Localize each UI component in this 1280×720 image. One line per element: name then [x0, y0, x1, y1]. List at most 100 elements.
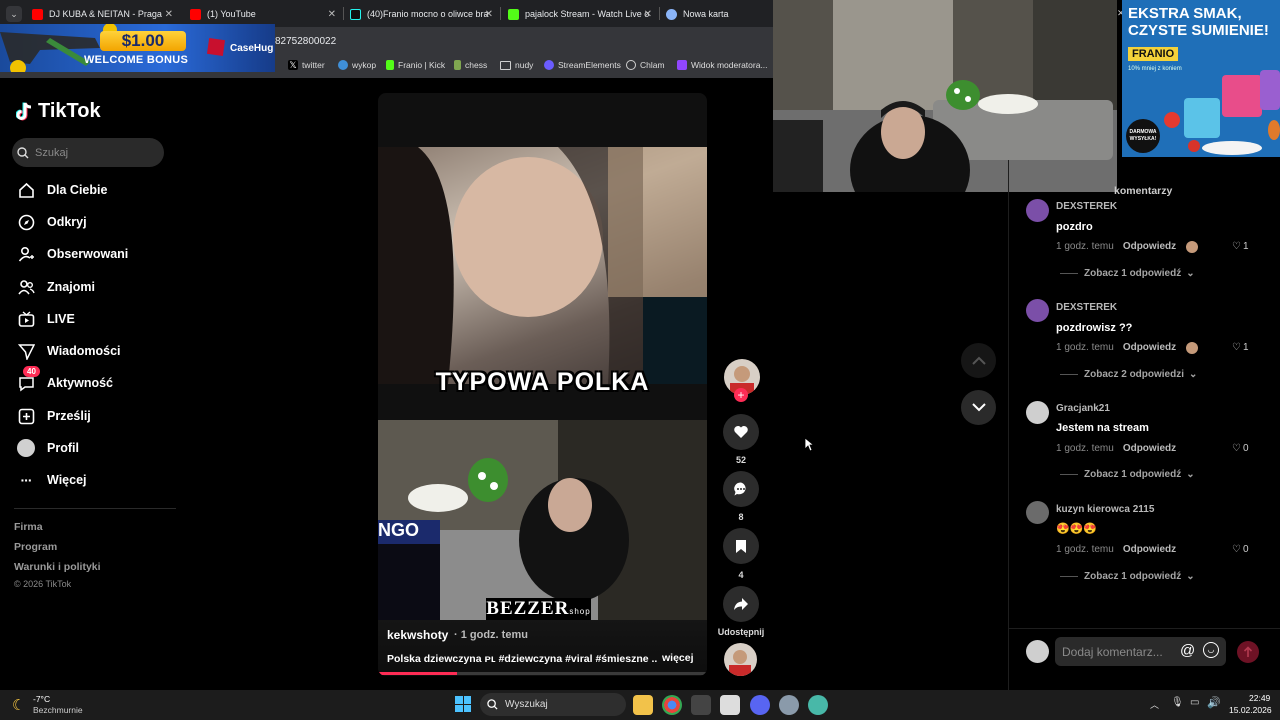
chevron-down-icon: ⌄: [1186, 268, 1195, 279]
comment-input[interactable]: Dodaj komentarz... @ ◡: [1055, 637, 1226, 666]
app-icon[interactable]: [720, 695, 740, 715]
tab-3[interactable]: pajalock Stream - Watch Live o ✕: [508, 4, 656, 24]
prev-video-button[interactable]: [961, 343, 996, 378]
nav-live[interactable]: LIVE: [17, 308, 75, 330]
search-input[interactable]: Szukaj: [12, 138, 164, 167]
send-comment-button[interactable]: [1237, 641, 1259, 663]
clock-date[interactable]: 15.02.2026: [1229, 705, 1272, 715]
comment-icon: [734, 482, 746, 496]
follow-plus-icon[interactable]: +: [734, 388, 748, 402]
nav-label: Profil: [47, 441, 79, 455]
casehug-ad-banner[interactable]: $1.00 WELCOME BONUS CaseHug: [0, 24, 275, 72]
weather-temp[interactable]: -7°C: [33, 694, 50, 704]
nav-wiecej[interactable]: ··· Więcej: [17, 469, 87, 491]
view-replies[interactable]: Zobacz 1 odpowiedź ⌄: [1060, 469, 1195, 480]
comment-like[interactable]: ♡ 1: [1232, 241, 1249, 252]
tab-search-icon[interactable]: ⌄: [6, 6, 22, 22]
footer-terms[interactable]: Warunki i polityki: [14, 561, 101, 573]
chevron-up-icon: [971, 356, 986, 365]
bookmark-moderator[interactable]: Widok moderatora...: [677, 60, 768, 70]
reply-button[interactable]: Odpowiedz: [1123, 241, 1176, 252]
video-more-link[interactable]: więcej: [662, 652, 694, 664]
comment-user[interactable]: kuzyn kierowca 2115: [1056, 504, 1154, 515]
like-button[interactable]: [723, 414, 759, 450]
weather-desc[interactable]: Bezchmurnie: [33, 705, 83, 715]
twitch-icon: [677, 60, 687, 70]
nav-profil[interactable]: Profil: [17, 437, 79, 459]
tray-chevron-up-icon[interactable]: ︿: [1150, 698, 1159, 711]
close-icon[interactable]: ✕: [644, 9, 652, 20]
clock-time[interactable]: 22:49: [1249, 693, 1270, 703]
folder-icon: [500, 60, 511, 70]
comment-like[interactable]: ♡ 1: [1232, 342, 1249, 353]
comment-like[interactable]: ♡ 0: [1232, 544, 1249, 555]
nav-dla-ciebie[interactable]: Dla Ciebie: [17, 179, 107, 201]
video-player[interactable]: TYPOWA POLKA NGO BEZZERshop kekwshoty · …: [378, 93, 707, 676]
comment-avatar[interactable]: [1026, 501, 1049, 524]
video-progress-bar[interactable]: [378, 672, 707, 675]
view-replies[interactable]: Zobacz 1 odpowiedź ⌄: [1060, 268, 1195, 279]
tab-4[interactable]: Nowa karta: [666, 4, 771, 24]
comment-input-divider: [1009, 628, 1280, 629]
mention-icon[interactable]: @: [1180, 642, 1195, 659]
close-icon[interactable]: ✕: [485, 9, 493, 20]
reply-button[interactable]: Odpowiedz: [1123, 544, 1176, 555]
video-author[interactable]: kekwshoty: [387, 628, 448, 642]
promo-badge: DARMOWA WYSYŁKA!: [1126, 119, 1160, 153]
nav-wiadomosci[interactable]: Wiadomości: [17, 340, 121, 362]
file-explorer-icon[interactable]: [633, 695, 653, 715]
footer-program[interactable]: Program: [14, 541, 57, 553]
video-caption-overlay: TYPOWA POLKA: [435, 368, 650, 396]
nav-aktywnosc[interactable]: 40 Aktywność: [17, 366, 113, 394]
close-icon[interactable]: ✕: [328, 9, 336, 20]
view-replies[interactable]: Zobacz 2 odpowiedzi ⌄: [1060, 369, 1197, 380]
promo-headline-2: CZYSTE SUMIENIE!: [1128, 22, 1269, 39]
nav-znajomi[interactable]: Znajomi: [17, 276, 95, 298]
app-icon[interactable]: [808, 695, 828, 715]
close-icon[interactable]: ✕: [165, 9, 173, 20]
bookmark-chess[interactable]: chess: [454, 60, 487, 70]
comment-avatar[interactable]: [1026, 401, 1049, 424]
comment-button[interactable]: [723, 471, 759, 507]
nav-obserwowani[interactable]: Obserwowani: [17, 243, 128, 265]
chrome-icon[interactable]: [662, 695, 682, 715]
comment-user[interactable]: Gracjank21: [1056, 403, 1110, 414]
reply-button[interactable]: Odpowiedz: [1123, 443, 1176, 454]
comment-like[interactable]: ♡ 0: [1232, 443, 1249, 454]
nav-przeslij[interactable]: Prześlij: [17, 405, 91, 427]
network-icon[interactable]: ▭: [1190, 697, 1199, 708]
discord-icon[interactable]: [750, 695, 770, 715]
emoji-icon[interactable]: ◡: [1203, 642, 1219, 658]
bookmark-wykop[interactable]: wykop: [338, 60, 376, 70]
comment-avatar[interactable]: [1026, 199, 1049, 222]
bookmark-twitter[interactable]: 𝕏twitter: [288, 60, 325, 70]
logo-text: TikTok: [38, 100, 101, 122]
comment-avatar[interactable]: [1026, 299, 1049, 322]
comment-user[interactable]: DEXSTEREK: [1056, 201, 1117, 212]
tab-2[interactable]: (40)Franio mocno o oliwce bra ✕: [350, 4, 497, 24]
bookmark-kick[interactable]: Franio | Kick: [386, 60, 445, 70]
microphone-icon[interactable]: 🎙: [1171, 697, 1184, 708]
reply-button[interactable]: Odpowiedz: [1123, 342, 1176, 353]
tab-0[interactable]: DJ KUBA & NEITAN - Praga ✕: [32, 4, 177, 24]
app-icon[interactable]: [691, 695, 711, 715]
bookmark-chlam[interactable]: Chlam: [626, 60, 665, 70]
tab-1[interactable]: (1) YouTube ✕: [190, 4, 340, 24]
settings-icon[interactable]: [779, 695, 799, 715]
bookmark-nudy[interactable]: nudy: [500, 60, 533, 70]
next-video-button[interactable]: [961, 390, 996, 425]
bookmark-streamelements[interactable]: StreamElements: [544, 60, 621, 70]
footer-firma[interactable]: Firma: [14, 521, 43, 533]
music-disc-avatar[interactable]: [724, 643, 757, 676]
share-button[interactable]: [723, 586, 759, 622]
kick-icon: [508, 8, 519, 20]
windows-start-icon[interactable]: [455, 696, 471, 712]
save-button[interactable]: [723, 528, 759, 564]
comment-user[interactable]: DEXSTEREK: [1056, 302, 1117, 313]
tiktok-logo[interactable]: TikTok: [16, 100, 101, 123]
taskbar-search[interactable]: Wyszukaj: [480, 693, 626, 716]
volume-icon[interactable]: 🔊: [1207, 696, 1221, 709]
view-replies[interactable]: Zobacz 1 odpowiedź ⌄: [1060, 571, 1195, 582]
nav-odkryj[interactable]: Odkryj: [17, 211, 87, 233]
messages-icon: [17, 342, 35, 360]
